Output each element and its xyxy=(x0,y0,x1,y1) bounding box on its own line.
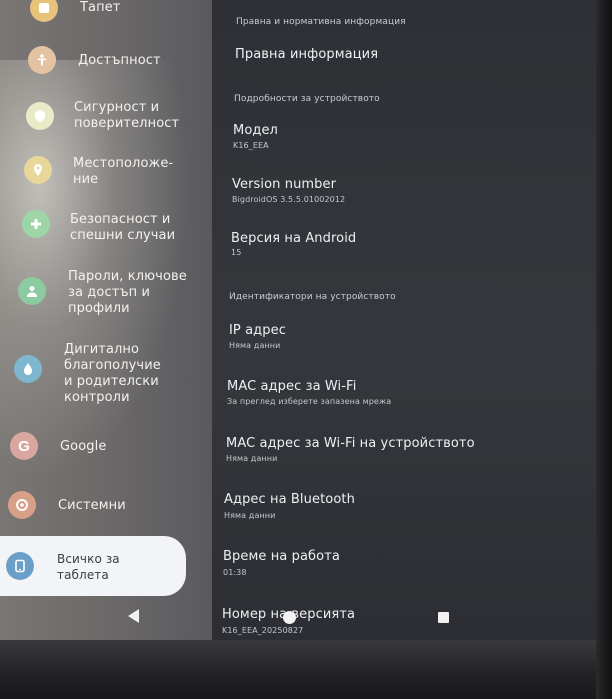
wellbeing-icon xyxy=(14,355,42,383)
about-tablet-list: Правна и нормативна информация Правна ин… xyxy=(212,0,612,640)
safety-icon xyxy=(22,210,50,238)
pref-summary: K16_EEA xyxy=(233,141,269,150)
pref-title: Версия на Android xyxy=(231,231,357,246)
device-bezel xyxy=(0,640,612,699)
pref-title: MAC адрес за Wi-Fi xyxy=(227,379,357,394)
tablet-screen: Тапет Достъпност Сигурност и поверително… xyxy=(0,0,612,640)
pref-title: Адрес на Bluetooth xyxy=(224,492,355,507)
section-header-device-details: Подробности за устройството xyxy=(234,94,380,104)
sidebar-item-label: Безопасност и спешни случаи xyxy=(70,212,176,243)
pref-summary: Няма данни xyxy=(226,454,278,463)
security-icon xyxy=(26,102,54,130)
account-icon xyxy=(18,277,46,305)
sidebar-item-label: Дигитално благополучие и родителски конт… xyxy=(64,342,161,405)
sidebar-item-label: Google xyxy=(60,439,107,454)
nav-back-icon[interactable] xyxy=(128,609,139,623)
pref-title: IP адрес xyxy=(229,323,286,338)
pref-title: Време на работа xyxy=(223,549,340,564)
nav-home-icon[interactable] xyxy=(283,611,296,624)
pref-title: Version number xyxy=(232,177,337,192)
pref-title: Правна информация xyxy=(235,47,379,62)
tablet-icon xyxy=(6,552,34,580)
wallpaper-icon xyxy=(30,0,58,22)
system-icon xyxy=(8,491,36,519)
pref-summary: K16_EEA_20250827 xyxy=(222,626,304,635)
nav-recents-icon[interactable] xyxy=(438,612,449,623)
sidebar-item-label: Системни xyxy=(58,498,126,513)
location-icon xyxy=(24,156,52,184)
sidebar-item-label: Всичко за таблета xyxy=(57,552,120,582)
pref-summary: 01:38 xyxy=(223,568,247,577)
pref-title: Модел xyxy=(233,123,278,138)
sidebar-item-label: Достъпност xyxy=(78,53,161,68)
pref-title: MAC адрес за Wi-Fi на устройството xyxy=(226,436,475,451)
pref-summary: Няма данни xyxy=(229,341,281,350)
sidebar-item-label: Местоположе- ние xyxy=(73,156,174,187)
sidebar-item-label: Сигурност и поверителност xyxy=(74,100,180,131)
google-icon: G xyxy=(10,432,38,460)
accessibility-icon xyxy=(28,46,56,74)
sidebar-item-label: Пароли, ключове за достъп и профили xyxy=(68,269,187,316)
pref-summary: Няма данни xyxy=(224,511,276,520)
section-header-identifiers: Идентификатори на устройството xyxy=(229,292,396,302)
section-header-legal: Правна и нормативна информация xyxy=(236,17,406,27)
pref-summary: BigdroidOS 3.5.5.01002012 xyxy=(232,195,346,204)
pref-summary: 15 xyxy=(231,248,242,257)
pref-summary: За преглед изберете запазена мрежа xyxy=(227,397,392,406)
settings-sidebar: Тапет Достъпност Сигурност и поверително… xyxy=(0,0,212,640)
sidebar-item-label: Тапет xyxy=(80,0,121,15)
device-bezel-edge xyxy=(596,0,612,699)
